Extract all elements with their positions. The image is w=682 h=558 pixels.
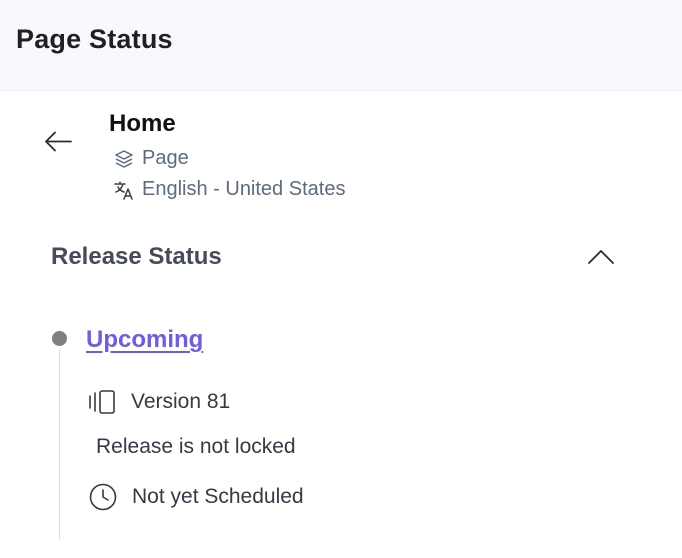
release-lock-status: Release is not locked [96, 435, 296, 459]
release-version: Version 81 [87, 387, 230, 417]
back-button[interactable] [40, 124, 76, 160]
release-schedule: Not yet Scheduled [88, 482, 304, 512]
version-icon [87, 387, 117, 417]
panel-title: Page Status [16, 24, 173, 54]
collapse-button[interactable] [584, 244, 618, 270]
timeline-dot [52, 331, 67, 346]
layers-icon [113, 148, 135, 170]
entry-locale: English - United States [113, 178, 345, 201]
panel-header: Page Status [0, 0, 682, 91]
entry-locale-label: English - United States [142, 178, 346, 200]
timeline-line [59, 350, 60, 540]
chevron-up-icon [588, 250, 614, 264]
release-version-label: Version 81 [131, 390, 231, 413]
arrow-left-icon [45, 131, 72, 152]
entry-title: Home [109, 110, 176, 137]
release-status-heading: Release Status [51, 243, 222, 270]
translate-icon [113, 179, 135, 201]
clock-icon [88, 482, 118, 512]
entry-type: Page [113, 147, 189, 170]
release-lock-label: Release is not locked [96, 435, 296, 458]
release-status-link[interactable]: Upcoming [86, 326, 203, 354]
entry-type-label: Page [142, 147, 189, 169]
release-schedule-label: Not yet Scheduled [132, 485, 304, 508]
